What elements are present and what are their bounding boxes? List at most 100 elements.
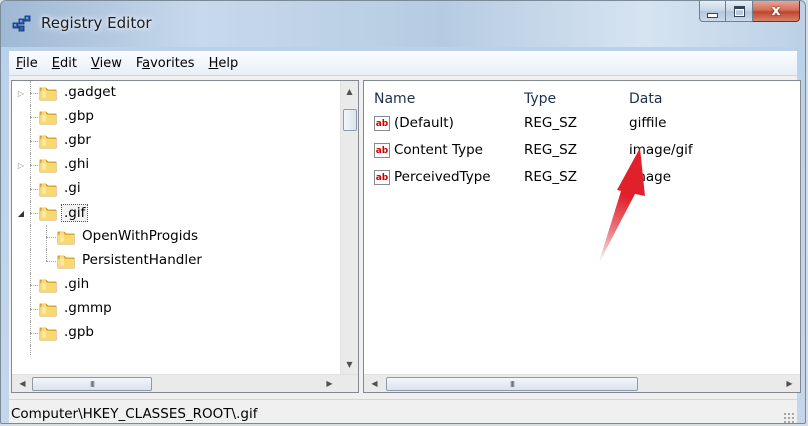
minimize-button[interactable] — [699, 1, 726, 22]
tree-connector — [30, 165, 38, 166]
menu-help-accel: H — [208, 55, 219, 71]
client-area: ▷ .gadget .gbp .gbr ▷ .ghi .gi ◢ .gif OpenWithPro… — [9, 76, 801, 399]
string-value-icon: ab — [374, 116, 390, 131]
menu-edit-accel: E — [51, 55, 60, 71]
values-list-pane[interactable]: Name Type Data ab (Default) REG_SZ giffile a… — [363, 80, 801, 393]
list-horizontal-scrollbar[interactable]: ◀ III ▶ — [364, 374, 800, 392]
folder-icon — [39, 326, 57, 341]
scroll-right-arrow-icon[interactable]: ▶ — [781, 375, 798, 392]
registry-editor-window: Registry Editor x File Edit View Favorit… — [0, 0, 806, 424]
tree-item-label[interactable]: .gif — [61, 204, 89, 222]
minimize-icon — [707, 12, 718, 18]
scroll-right-arrow-icon[interactable]: ▶ — [321, 375, 338, 392]
scroll-left-arrow-icon[interactable]: ◀ — [366, 375, 383, 392]
tree-item[interactable]: PersistentHandler — [12, 249, 342, 273]
folder-icon — [39, 134, 57, 149]
tree-connector — [46, 237, 56, 238]
tree-item-label[interactable]: .gih — [64, 276, 89, 292]
tree-connector — [30, 117, 38, 118]
folder-icon — [39, 302, 57, 317]
tree-item[interactable]: OpenWithProgids — [12, 225, 342, 249]
tree-item-label[interactable]: .ghi — [64, 156, 89, 172]
tree-item-label[interactable]: .gmmp — [64, 300, 112, 316]
tree-item-label[interactable]: OpenWithProgids — [82, 228, 198, 244]
tree-item-label[interactable]: .gpb — [64, 324, 94, 340]
menu-favorites-rest: vorites — [150, 55, 195, 71]
column-header-type[interactable]: Type — [524, 91, 556, 107]
list-item[interactable]: ab Content Type REG_SZ image/gif — [364, 140, 800, 166]
menu-help-rest: elp — [218, 55, 239, 71]
title-bar[interactable]: Registry Editor x — [1, 1, 805, 47]
tree-item[interactable]: .gbr — [12, 129, 342, 153]
tree-item[interactable]: ▷ .gadget — [12, 81, 342, 105]
tree-vertical-scroll-thumb[interactable] — [343, 109, 357, 131]
maximize-icon — [733, 5, 745, 17]
folder-icon — [57, 254, 75, 269]
value-data: giffile — [629, 115, 667, 131]
maximize-button[interactable] — [726, 1, 753, 22]
tree-horizontal-scrollbar[interactable]: ◀ III ▶ — [12, 374, 358, 392]
column-header-name[interactable]: Name — [374, 91, 415, 107]
value-data: image/gif — [629, 142, 693, 158]
menu-bar: File Edit View Favorites Help — [9, 51, 797, 76]
expand-arrow-icon[interactable]: ▷ — [16, 88, 26, 98]
tree-connector — [30, 333, 38, 334]
folder-icon — [39, 182, 57, 197]
resize-grip-icon[interactable] — [783, 412, 795, 423]
menu-edit[interactable]: Edit — [45, 56, 84, 71]
scroll-left-arrow-icon[interactable]: ◀ — [14, 375, 31, 392]
column-header-data[interactable]: Data — [629, 91, 662, 107]
tree-item-label[interactable]: .gbr — [64, 132, 91, 148]
folder-icon — [57, 230, 75, 245]
value-type: REG_SZ — [524, 115, 577, 131]
menu-view-accel: V — [90, 55, 100, 71]
tree-item[interactable]: ▷ .ghi — [12, 153, 342, 177]
folder-icon — [39, 158, 57, 173]
tree-connector — [30, 225, 31, 249]
tree-item-label[interactable]: .gadget — [64, 84, 116, 100]
folder-icon — [39, 206, 57, 221]
tree-item[interactable]: .gi — [12, 177, 342, 201]
menu-favorites[interactable]: Favorites — [129, 56, 202, 71]
tree-item-label[interactable]: .gi — [64, 180, 81, 196]
tree-item[interactable]: .gpb — [12, 321, 342, 345]
collapse-arrow-icon[interactable]: ◢ — [16, 208, 26, 218]
tree-item[interactable]: .gmmp — [12, 297, 342, 321]
menu-favorites-accel: a — [142, 55, 151, 71]
expand-arrow-icon[interactable]: ▷ — [16, 160, 26, 170]
tree-item-partial — [12, 345, 342, 369]
menu-file[interactable]: File — [9, 56, 45, 71]
tree-connector — [30, 93, 38, 94]
scroll-down-arrow-icon[interactable]: ▼ — [341, 356, 358, 373]
value-type: REG_SZ — [524, 142, 577, 158]
close-button[interactable]: x — [753, 1, 800, 22]
tree-connector — [30, 141, 38, 142]
scroll-up-arrow-icon[interactable]: ▲ — [341, 83, 358, 100]
list-item[interactable]: ab (Default) REG_SZ giffile — [364, 113, 800, 139]
value-name: PerceivedType — [394, 169, 491, 185]
value-data: image — [629, 169, 672, 185]
tree-item[interactable]: ◢ .gif — [12, 201, 342, 225]
menu-help[interactable]: Help — [202, 56, 246, 71]
tree-connector — [30, 213, 38, 214]
menu-view-rest: iew — [99, 55, 122, 71]
tree-vertical-scrollbar[interactable]: ▲ ▼ — [340, 81, 358, 375]
window-title: Registry Editor — [41, 14, 152, 32]
tree-connector — [46, 249, 47, 261]
menu-view[interactable]: View — [84, 56, 129, 71]
list-horizontal-scroll-thumb[interactable]: III — [386, 377, 638, 391]
menu-file-rest: ile — [22, 55, 38, 71]
status-path: Computer\HKEY_CLASSES_ROOT\.gif — [11, 406, 258, 422]
tree-item-label[interactable]: .gbp — [64, 108, 94, 124]
tree-item[interactable]: .gih — [12, 273, 342, 297]
tree-item-label[interactable]: PersistentHandler — [82, 252, 202, 268]
key-tree-pane[interactable]: ▷ .gadget .gbp .gbr ▷ .ghi .gi ◢ .gif OpenWithPro… — [11, 80, 359, 393]
tree-item[interactable]: .gbp — [12, 105, 342, 129]
string-value-icon: ab — [374, 143, 390, 158]
close-icon: x — [771, 3, 781, 19]
value-name: (Default) — [394, 115, 454, 131]
scroll-thumb-grip: III — [89, 379, 95, 389]
list-item[interactable]: ab PerceivedType REG_SZ image — [364, 167, 800, 193]
folder-icon — [39, 278, 57, 293]
tree-horizontal-scroll-thumb[interactable]: III — [32, 377, 152, 391]
